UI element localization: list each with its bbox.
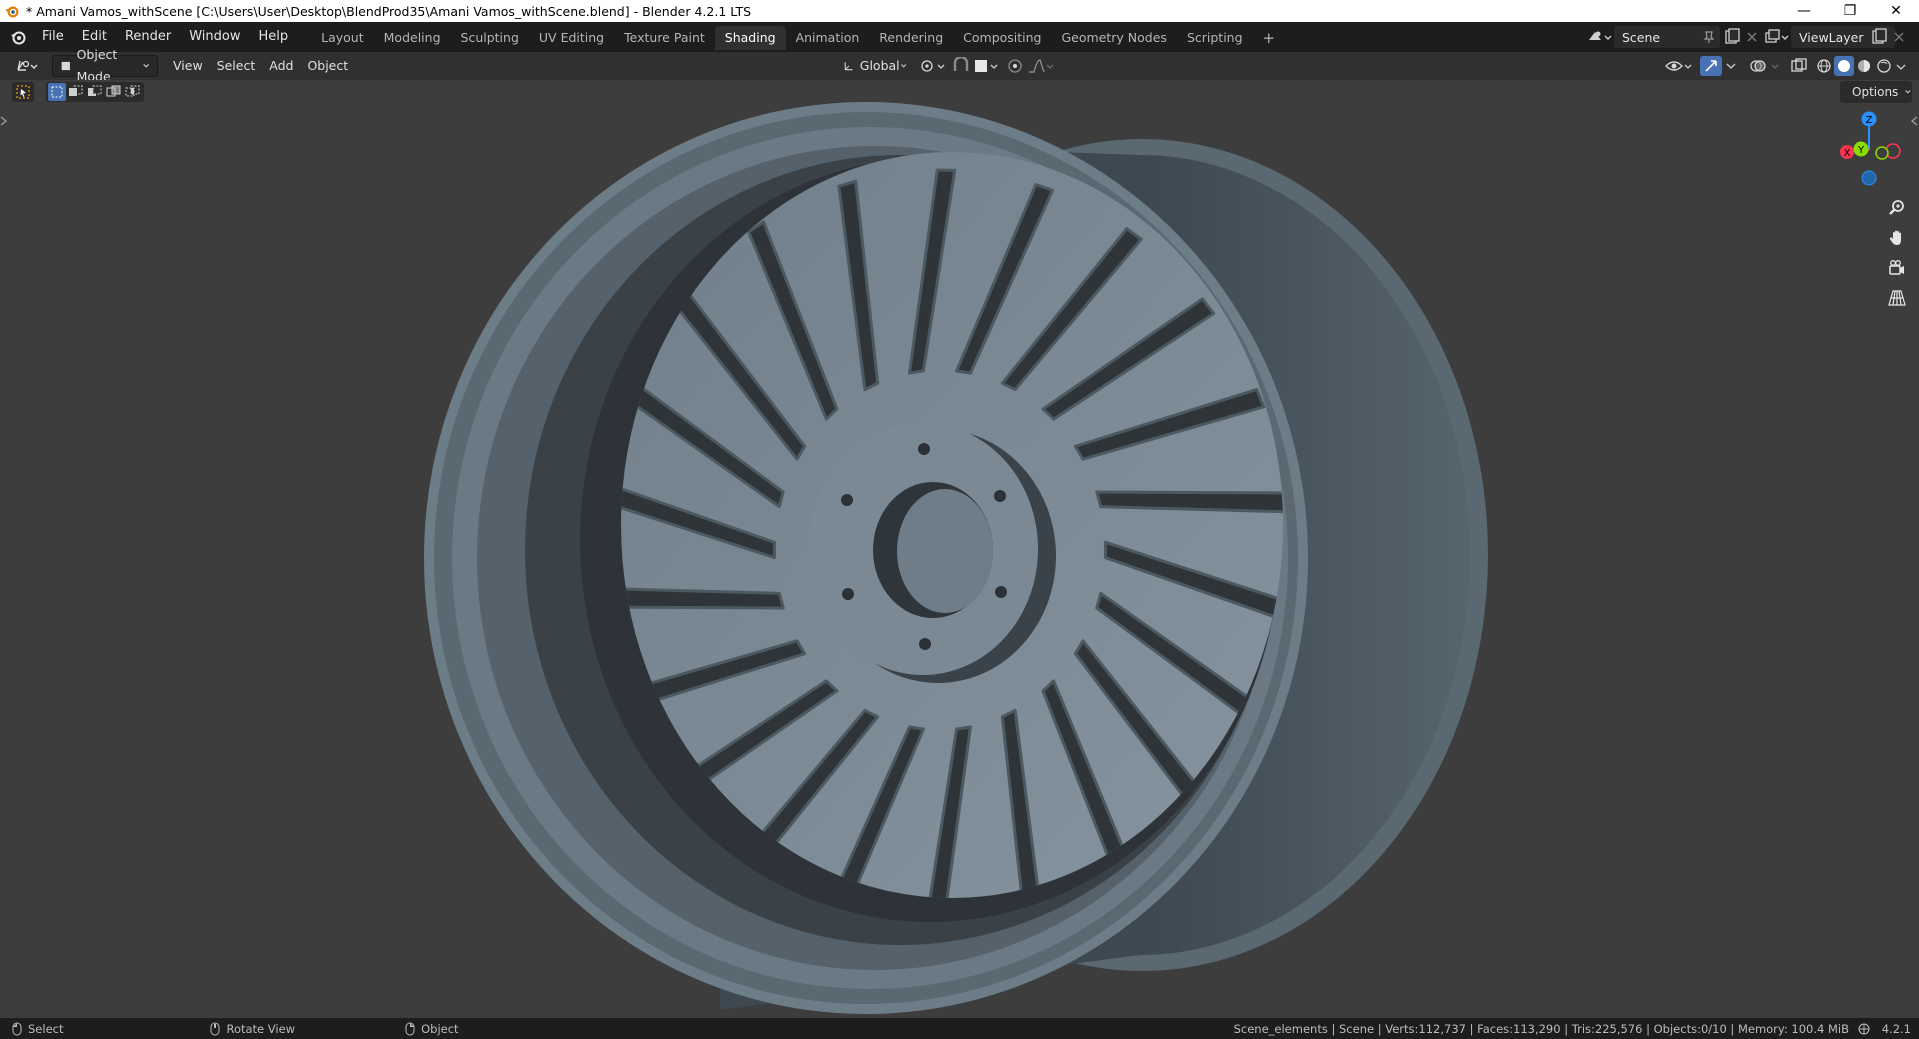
view-layer-name-field[interactable]: ViewLayer	[1799, 30, 1864, 45]
transform-orientation-dropdown[interactable]: Global	[836, 55, 914, 77]
mouse-left-icon	[12, 1022, 22, 1035]
tab-layout[interactable]: Layout	[311, 26, 374, 50]
menu-object[interactable]: Object	[300, 55, 355, 77]
window-title: * Amani Vamos_withScene [C:\Users\User\D…	[26, 3, 752, 19]
status-object-label: Object	[421, 1021, 459, 1036]
transform-orientation-label: Global	[859, 58, 900, 73]
tab-shading[interactable]: Shading	[714, 26, 786, 50]
menu-add[interactable]: Add	[262, 55, 300, 77]
menu-file[interactable]: File	[33, 22, 73, 52]
falloff-icon[interactable]	[1026, 57, 1056, 75]
version-label: 4.2.1	[1881, 1021, 1911, 1036]
scene-name-field[interactable]: Scene	[1622, 30, 1660, 45]
scene-icon[interactable]	[1586, 28, 1612, 46]
scene-statistics: Scene_elements | Scene | Verts:112,737 |…	[1233, 1021, 1849, 1036]
gizmo-icon	[1705, 60, 1717, 72]
new-view-layer-icon[interactable]	[1869, 28, 1891, 46]
snap-toggle-group	[950, 57, 1000, 75]
viewport-header: Object Mode View Select Add Object Globa…	[0, 47, 1919, 84]
tab-texture-paint[interactable]: Texture Paint	[614, 26, 715, 50]
proportional-editing-icon[interactable]	[1004, 57, 1026, 75]
mouse-right-icon	[405, 1022, 415, 1035]
3d-viewport-icon	[17, 60, 38, 71]
3d-viewport[interactable]: Options X Y Z	[0, 80, 1919, 1018]
status-bar: Select Rotate View Object Scene_elements…	[0, 1018, 1919, 1039]
xray-icon[interactable]	[1788, 57, 1810, 75]
status-select-label: Select	[28, 1021, 64, 1036]
pivot-point-icon[interactable]	[918, 57, 948, 75]
chevron-down-icon	[142, 63, 149, 68]
close-button[interactable]: ✕	[1873, 0, 1919, 22]
snap-target-icon[interactable]	[972, 57, 1000, 75]
tab-rendering[interactable]: Rendering	[869, 26, 953, 50]
menu-view[interactable]: View	[166, 55, 210, 77]
gizmo-toggle[interactable]	[1700, 56, 1722, 76]
visibility-icon[interactable]	[1664, 57, 1694, 75]
shading-options-icon[interactable]	[1894, 57, 1908, 75]
maximize-button[interactable]: ❐	[1827, 0, 1873, 22]
menu-window[interactable]: Window	[180, 22, 249, 52]
status-rotate-view-label: Rotate View	[226, 1021, 296, 1036]
tab-sculpting[interactable]: Sculpting	[451, 26, 529, 50]
window-titlebar: * Amani Vamos_withScene [C:\Users\User\D…	[0, 0, 1919, 22]
view-layer-icon[interactable]	[1763, 28, 1789, 46]
tab-compositing[interactable]: Compositing	[953, 26, 1051, 50]
object-mode-icon	[61, 61, 70, 71]
blender-logo-icon	[5, 6, 19, 18]
network-icon	[1858, 1023, 1870, 1034]
chevron-down-icon	[900, 64, 906, 68]
wheel-model[interactable]	[0, 80, 1919, 1018]
tab-uv-editing[interactable]: UV Editing	[529, 26, 614, 50]
tab-geometry-nodes[interactable]: Geometry Nodes	[1052, 26, 1177, 50]
top-menubar: File Edit Render Window Help Layout Mode…	[0, 22, 1919, 52]
add-workspace-button[interactable]: +	[1253, 26, 1286, 50]
solid-shading-button[interactable]	[1834, 56, 1854, 76]
tab-modeling[interactable]: Modeling	[374, 26, 451, 50]
mouse-middle-icon	[210, 1022, 220, 1035]
new-scene-icon[interactable]	[1722, 28, 1744, 46]
delete-scene-icon[interactable]	[1744, 28, 1760, 46]
material-preview-icon[interactable]	[1854, 57, 1874, 75]
delete-view-layer-icon[interactable]	[1891, 28, 1907, 46]
wireframe-shading-icon[interactable]	[1814, 57, 1834, 75]
rendered-shading-icon[interactable]	[1874, 57, 1894, 75]
tab-scripting[interactable]: Scripting	[1177, 26, 1253, 50]
overlays-icon[interactable]	[1748, 57, 1782, 75]
blender-menu-icon[interactable]	[9, 28, 27, 46]
tab-animation[interactable]: Animation	[786, 26, 870, 50]
editor-type-button[interactable]	[8, 55, 46, 77]
snap-icon[interactable]	[950, 57, 972, 75]
pin-icon[interactable]	[1702, 30, 1716, 44]
chevron-down-icon[interactable]	[1724, 59, 1738, 73]
global-axes-icon	[844, 62, 853, 71]
menu-select[interactable]: Select	[210, 55, 263, 77]
object-mode-dropdown[interactable]: Object Mode	[52, 47, 158, 84]
shading-mode-group	[1814, 56, 1908, 76]
menu-help[interactable]: Help	[250, 22, 298, 52]
minimize-button[interactable]: —	[1781, 0, 1827, 22]
solid-shading-icon	[1838, 60, 1850, 72]
